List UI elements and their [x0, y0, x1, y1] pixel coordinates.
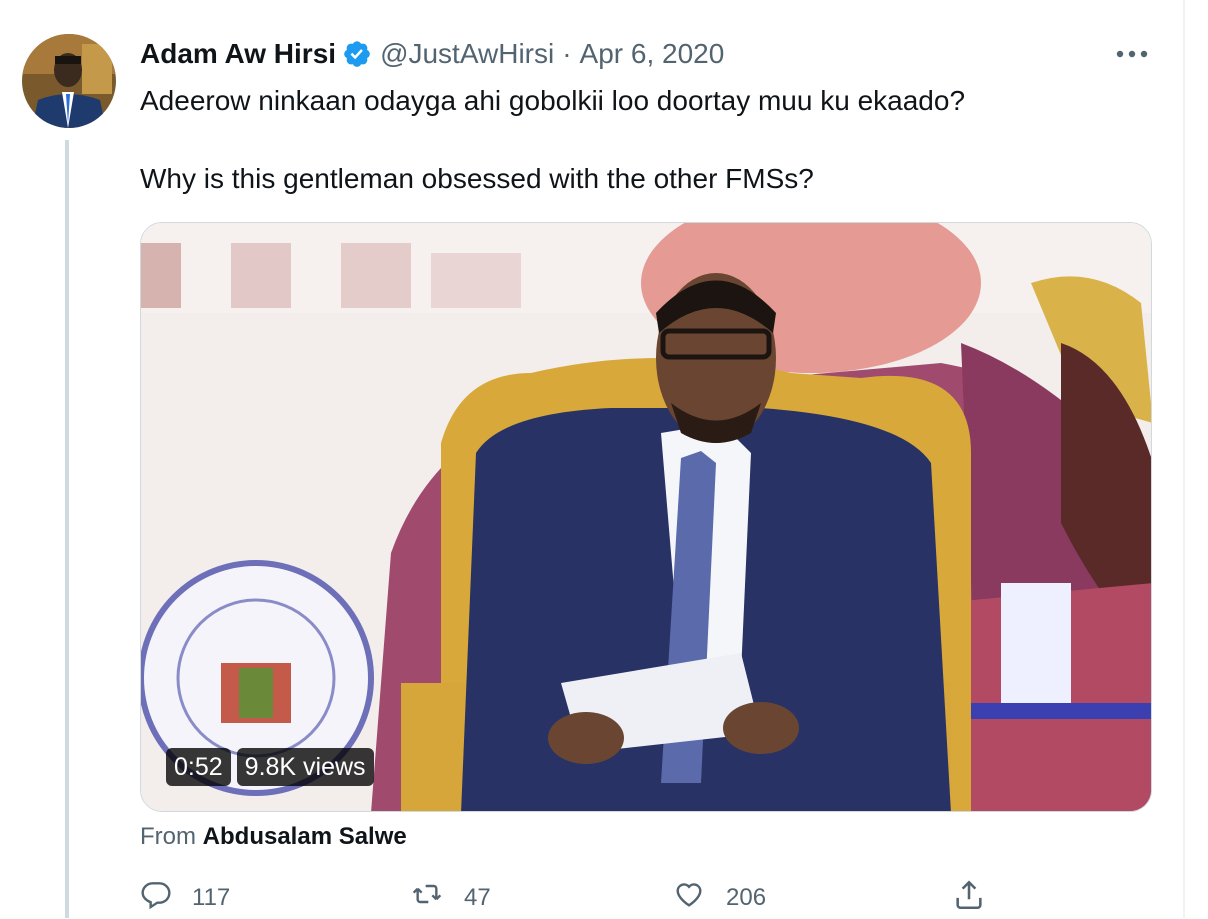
share-icon [952, 878, 1006, 919]
thread-line [65, 140, 69, 918]
reply-button[interactable]: 117 [140, 878, 230, 917]
like-button[interactable]: 206 [672, 878, 766, 917]
separator-dot: · [562, 38, 572, 69]
retweet-count: 47 [464, 883, 491, 911]
tweet-actions: 117 47 206 [0, 878, 1208, 918]
attribution-source-link[interactable]: Abdusalam Salwe [203, 823, 407, 850]
verified-badge-icon [342, 39, 372, 69]
video-player[interactable] [140, 222, 1152, 812]
like-count: 206 [726, 883, 767, 911]
retweet-icon [410, 878, 464, 917]
attribution-prefix: From [140, 823, 196, 850]
tweet-text-line1: Adeerow ninkaan odayga ahi gobolkii loo … [140, 85, 966, 116]
tweet-header: Adam Aw Hirsi @JustAwHirsi · Apr 6, 2020 [140, 34, 724, 74]
tweet-text-line2: Why is this gentleman obsessed with the … [140, 163, 814, 194]
retweet-button[interactable]: 47 [410, 878, 491, 917]
share-button[interactable] [952, 878, 1006, 919]
video-duration: 0:52 [166, 748, 231, 786]
avatar[interactable] [22, 34, 116, 128]
tweet-date[interactable]: Apr 6, 2020 [580, 38, 725, 70]
more-dots-icon[interactable] [1112, 36, 1152, 72]
reply-icon [140, 878, 192, 917]
column-border [1183, 0, 1185, 918]
video-attribution: From Abdusalam Salwe [140, 823, 407, 851]
reply-count: 117 [192, 883, 231, 911]
author-handle[interactable]: @JustAwHirsi [380, 38, 554, 70]
author-name[interactable]: Adam Aw Hirsi [140, 38, 336, 70]
heart-icon [672, 878, 726, 917]
video-views: 9.8K views [236, 748, 374, 786]
video-thumbnail [141, 223, 1151, 811]
video-badges: 0:52 9.8K views [166, 748, 374, 786]
